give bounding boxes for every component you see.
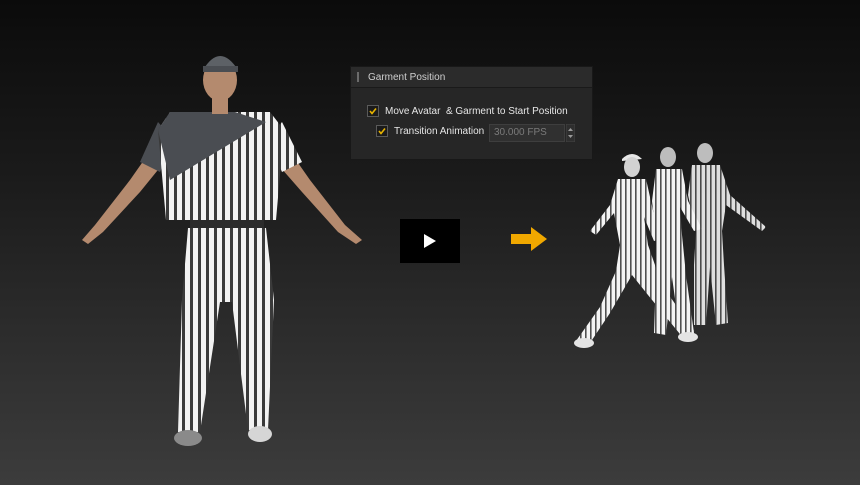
garment-position-panel: Garment Position Move Avatar & Garment t… — [350, 66, 593, 160]
play-icon — [424, 234, 436, 248]
arrow-right-icon — [511, 227, 547, 251]
move-avatar-checkbox[interactable] — [367, 105, 379, 117]
avatar-figure — [82, 56, 362, 446]
transition-animation-checkbox[interactable] — [376, 125, 388, 137]
header-grip — [357, 72, 359, 82]
checkmark-icon — [369, 108, 377, 115]
panel-header: Garment Position — [351, 67, 592, 88]
transition-animation-option[interactable]: Transition Animation — [376, 125, 484, 137]
checkmark-icon — [378, 128, 386, 135]
move-avatar-label: Move Avatar & Garment to Start Position — [385, 105, 568, 117]
transition-animation-label: Transition Animation — [394, 125, 485, 137]
panel-title: Garment Position — [368, 71, 446, 83]
walking-avatar-sequence — [574, 143, 766, 348]
play-button[interactable] — [400, 219, 460, 263]
fps-input[interactable]: 30.000 FPS — [489, 124, 565, 142]
move-avatar-option[interactable]: Move Avatar & Garment to Start Position — [367, 105, 568, 117]
